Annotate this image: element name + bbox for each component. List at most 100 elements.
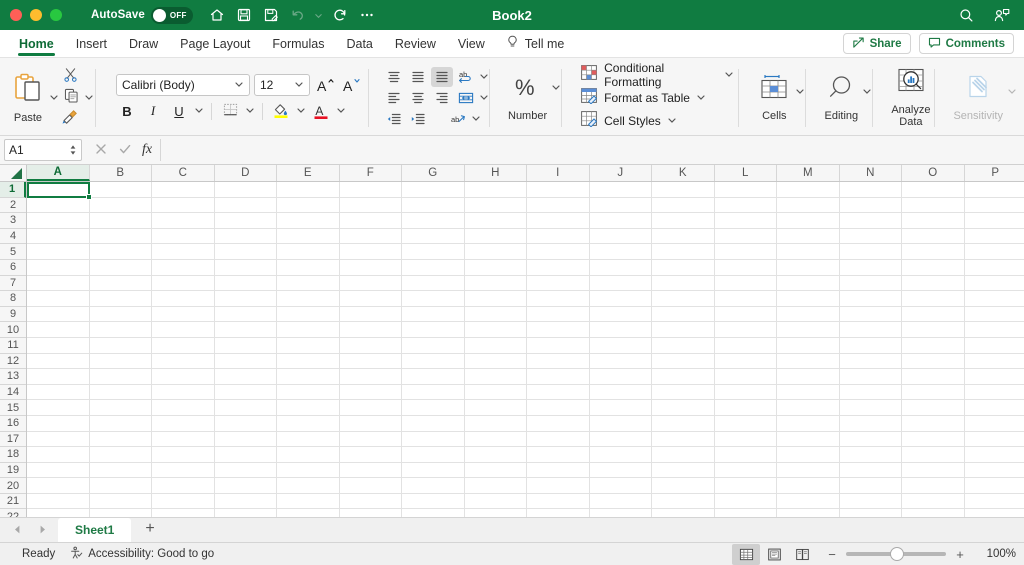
undo-chevron-down-icon[interactable]	[313, 11, 325, 20]
cell-C11[interactable]	[152, 337, 215, 354]
cell-D12[interactable]	[214, 353, 277, 370]
autosave-toggle[interactable]: OFF	[150, 6, 193, 24]
cell-A1[interactable]	[27, 182, 90, 198]
cell-L14[interactable]	[714, 384, 777, 401]
search-icon[interactable]	[954, 3, 978, 27]
cell-M17[interactable]	[777, 431, 840, 448]
cell-P22[interactable]	[965, 509, 1024, 517]
cell-N22[interactable]	[840, 509, 902, 517]
cell-P11[interactable]	[964, 338, 1024, 354]
cell-C14[interactable]	[152, 384, 215, 401]
cell-P10[interactable]	[964, 322, 1024, 338]
cell-K18[interactable]	[652, 447, 715, 463]
analyze-data-button[interactable]: Analyze Data	[887, 65, 934, 130]
cell-H17[interactable]	[464, 431, 527, 448]
zoom-slider-knob[interactable]	[890, 547, 904, 561]
cell-I2[interactable]	[527, 197, 590, 214]
cell-H3[interactable]	[464, 213, 527, 229]
cell-L4[interactable]	[714, 228, 777, 245]
cell-C4[interactable]	[152, 228, 215, 245]
cell-O2[interactable]	[902, 197, 965, 214]
editing-button[interactable]: Editing	[820, 71, 862, 124]
cell-D5[interactable]	[214, 244, 277, 260]
cell-N12[interactable]	[839, 353, 902, 370]
cell-M16[interactable]	[777, 415, 840, 432]
cell-K2[interactable]	[652, 197, 715, 214]
cell-A8[interactable]	[27, 291, 90, 307]
cell-M20[interactable]	[777, 478, 840, 494]
cell-F2[interactable]	[339, 197, 402, 214]
home-icon[interactable]	[205, 3, 229, 27]
cell-I17[interactable]	[527, 431, 590, 448]
cell-C3[interactable]	[152, 213, 215, 229]
row-header-7[interactable]: 7	[0, 275, 26, 292]
cell-F6[interactable]	[339, 259, 402, 276]
cell-H9[interactable]	[464, 306, 527, 323]
number-format-button[interactable]: % Number	[504, 71, 551, 124]
align-left-button[interactable]	[383, 88, 405, 108]
fill-color-chevron-down-icon[interactable]	[296, 105, 306, 117]
cell-A7[interactable]	[27, 275, 90, 292]
cell-N7[interactable]	[839, 275, 902, 292]
cell-A19[interactable]	[27, 462, 90, 479]
undo-icon[interactable]	[286, 3, 310, 27]
page-break-view-button[interactable]	[788, 544, 816, 565]
page-layout-view-button[interactable]	[760, 544, 788, 565]
cell-D10[interactable]	[214, 322, 277, 338]
cell-P16[interactable]	[964, 416, 1024, 432]
cell-C19[interactable]	[152, 462, 215, 479]
comments-button[interactable]: Comments	[918, 33, 1014, 54]
cell-J18[interactable]	[589, 447, 652, 463]
cell-H1[interactable]	[464, 182, 527, 198]
cell-A6[interactable]	[27, 259, 90, 276]
row-header-13[interactable]: 13	[0, 369, 26, 385]
cell-N20[interactable]	[839, 478, 902, 494]
cut-button[interactable]	[59, 67, 81, 87]
column-header-h[interactable]: H	[464, 165, 527, 181]
cell-A3[interactable]	[27, 213, 90, 229]
cell-C18[interactable]	[152, 447, 215, 463]
cell-H20[interactable]	[464, 478, 527, 494]
orientation-button[interactable]: ab	[447, 109, 469, 129]
wrap-text-button[interactable]: ab	[455, 67, 477, 87]
cell-N15[interactable]	[839, 400, 902, 416]
add-sheet-button[interactable]: +	[131, 518, 168, 542]
tab-draw[interactable]: Draw	[118, 30, 169, 58]
cell-O22[interactable]	[902, 509, 965, 517]
tab-review[interactable]: Review	[384, 30, 447, 58]
cell-G16[interactable]	[402, 415, 465, 432]
row-header-17[interactable]: 17	[0, 431, 26, 448]
cell-G5[interactable]	[402, 244, 465, 260]
zoom-slider[interactable]	[846, 547, 946, 561]
cell-M10[interactable]	[777, 322, 840, 338]
format-painter-button[interactable]	[59, 109, 81, 129]
cell-F18[interactable]	[339, 447, 402, 463]
cell-N4[interactable]	[839, 228, 902, 245]
cell-O6[interactable]	[902, 259, 965, 276]
name-box-spinner[interactable]	[69, 144, 77, 156]
cell-I18[interactable]	[527, 447, 590, 463]
cell-B12[interactable]	[89, 353, 152, 370]
cell-P14[interactable]	[964, 385, 1024, 401]
cell-G14[interactable]	[402, 384, 465, 401]
cell-L15[interactable]	[714, 400, 777, 416]
cell-E21[interactable]	[277, 493, 340, 510]
cell-L9[interactable]	[714, 306, 777, 323]
cell-I16[interactable]	[527, 415, 590, 432]
cell-J7[interactable]	[589, 275, 652, 292]
copy-chevron-down-icon[interactable]	[84, 92, 94, 104]
cell-B3[interactable]	[89, 213, 152, 229]
cell-B15[interactable]	[89, 400, 152, 416]
font-color-button[interactable]: A	[310, 101, 332, 122]
save-as-icon[interactable]	[259, 3, 283, 27]
row-header-20[interactable]: 20	[0, 478, 26, 494]
cell-O13[interactable]	[902, 369, 965, 385]
cell-M3[interactable]	[777, 213, 840, 229]
bold-button[interactable]: B	[116, 101, 138, 122]
cell-O12[interactable]	[902, 353, 965, 370]
bottom-align-button[interactable]	[431, 66, 453, 87]
tab-insert[interactable]: Insert	[65, 30, 118, 58]
tab-data[interactable]: Data	[335, 30, 383, 58]
cell-G12[interactable]	[402, 353, 465, 370]
cell-I8[interactable]	[527, 291, 590, 307]
